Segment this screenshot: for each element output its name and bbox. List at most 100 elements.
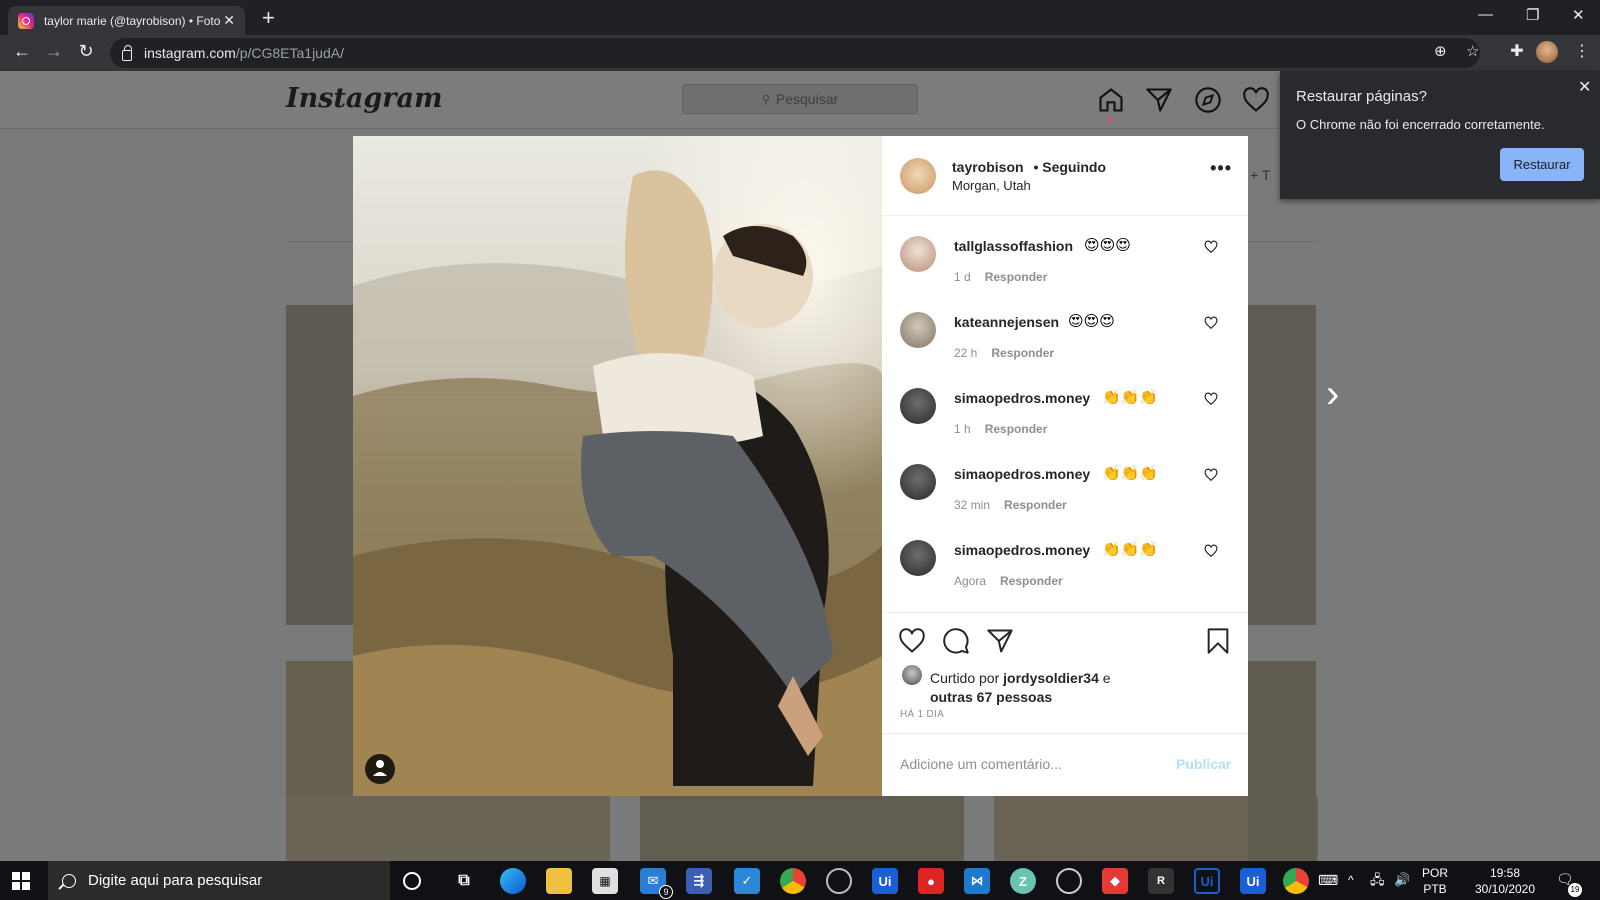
- author-avatar[interactable]: [900, 158, 936, 194]
- like-heart-icon[interactable]: [898, 627, 926, 655]
- grid-thumbnail[interactable]: [286, 796, 610, 861]
- comment-bubble-icon[interactable]: [942, 627, 970, 655]
- post-timestamp[interactable]: HÁ 1 DIA: [900, 709, 944, 720]
- url-host: instagram.com: [144, 45, 236, 61]
- volume-icon[interactable]: 🔊: [1394, 872, 1410, 888]
- comment-like-heart-icon[interactable]: [1204, 316, 1218, 330]
- comment-item: simaopedros.money 👏👏👏 32 min Responder: [882, 464, 1248, 540]
- commenter-avatar[interactable]: [900, 236, 936, 272]
- comment-username[interactable]: kateannejensen: [954, 314, 1059, 330]
- language-indicator[interactable]: POR PTB: [1422, 865, 1448, 897]
- reload-icon[interactable]: ↻: [74, 41, 98, 62]
- reply-link[interactable]: Responder: [1004, 498, 1067, 512]
- task-view-icon[interactable]: ⧉: [451, 868, 477, 894]
- activity-heart-icon[interactable]: [1242, 86, 1270, 114]
- r-app-icon[interactable]: R: [1148, 868, 1174, 894]
- publish-button[interactable]: Publicar: [1176, 756, 1231, 772]
- new-tab-icon[interactable]: +: [262, 5, 275, 31]
- browser-tab[interactable]: taylor marie (@tayrobison) • Foto ✕: [8, 6, 245, 35]
- reply-link[interactable]: Responder: [991, 346, 1054, 360]
- restore-window-icon[interactable]: ❐: [1526, 6, 1539, 24]
- grid-thumbnail[interactable]: [640, 796, 964, 861]
- chrome-canary-icon[interactable]: [780, 868, 806, 894]
- minimize-icon[interactable]: —: [1478, 6, 1493, 23]
- liked-others[interactable]: outras 67 pessoas: [930, 689, 1052, 705]
- forward-icon[interactable]: →: [42, 41, 66, 62]
- grid-thumbnail[interactable]: [1248, 661, 1316, 861]
- obs-icon[interactable]: [826, 868, 852, 894]
- comment-like-heart-icon[interactable]: [1204, 544, 1218, 558]
- restore-button[interactable]: Restaurar: [1500, 148, 1584, 181]
- close-window-icon[interactable]: ✕: [1572, 6, 1585, 24]
- post-photo[interactable]: [353, 136, 882, 796]
- clock[interactable]: 19:58 30/10/2020: [1470, 865, 1540, 897]
- explore-icon[interactable]: [1194, 86, 1222, 114]
- comment-username[interactable]: simaopedros.money: [954, 390, 1090, 406]
- search-icon: [62, 873, 76, 888]
- instagram-search-input[interactable]: ⚲ Pesquisar: [682, 84, 918, 114]
- chrome-icon[interactable]: [1283, 868, 1309, 894]
- store-icon[interactable]: ▦: [592, 868, 618, 894]
- instagram-logo[interactable]: Instagram: [286, 83, 443, 114]
- comment-text: 👏👏👏: [1102, 389, 1159, 406]
- comment-time: 22 h: [954, 346, 978, 360]
- file-explorer-icon[interactable]: [546, 868, 572, 894]
- network-icon[interactable]: 🖧: [1370, 872, 1385, 888]
- anydesk-icon[interactable]: ◆: [1102, 868, 1128, 894]
- commenter-avatar[interactable]: [900, 464, 936, 500]
- recorder-icon[interactable]: ●: [918, 868, 944, 894]
- post-header: tayrobison • Seguindo Morgan, Utah •••: [882, 136, 1248, 216]
- commenter-avatar[interactable]: [900, 540, 936, 576]
- grid-thumbnail[interactable]: [1248, 305, 1316, 625]
- cortana-icon[interactable]: [403, 872, 421, 890]
- direct-message-icon[interactable]: [1145, 86, 1173, 114]
- tray-chevron-icon[interactable]: ^: [1348, 872, 1354, 888]
- z-app-icon[interactable]: Z: [1010, 868, 1036, 894]
- profile-avatar[interactable]: [1536, 41, 1558, 63]
- save-bookmark-icon[interactable]: [1204, 627, 1232, 655]
- commenter-avatar[interactable]: [900, 312, 936, 348]
- app-icon[interactable]: ⇶: [686, 868, 712, 894]
- reply-link[interactable]: Responder: [1000, 574, 1063, 588]
- windows-start-icon[interactable]: [12, 872, 30, 890]
- taskbar-search-box[interactable]: Digite aqui para pesquisar: [48, 861, 390, 900]
- post-location[interactable]: Morgan, Utah: [952, 178, 1031, 193]
- comment-username[interactable]: simaopedros.money: [954, 542, 1090, 558]
- comment-like-heart-icon[interactable]: [1204, 240, 1218, 254]
- extensions-icon[interactable]: ✚: [1505, 41, 1529, 61]
- zoom-icon[interactable]: ⊕: [1434, 42, 1447, 60]
- comment-input[interactable]: Adicione um comentário...: [900, 756, 1062, 772]
- uipath-robot-icon[interactable]: Ui: [1240, 868, 1266, 894]
- bookmark-star-icon[interactable]: ☆: [1466, 42, 1479, 60]
- address-bar[interactable]: instagram.com/p/CG8ETa1judA/ ⊕ ☆: [110, 38, 1480, 68]
- restore-title: Restaurar páginas?: [1296, 88, 1427, 105]
- more-options-icon[interactable]: •••: [1210, 158, 1232, 179]
- keyboard-icon[interactable]: ⌨: [1318, 872, 1338, 888]
- comment-username[interactable]: tallglassoffashion: [954, 238, 1073, 254]
- next-post-chevron-icon[interactable]: ›: [1326, 372, 1339, 417]
- reply-link[interactable]: Responder: [985, 270, 1048, 284]
- home-icon[interactable]: [1097, 86, 1125, 114]
- todo-icon[interactable]: ✓: [734, 868, 760, 894]
- liker-avatar[interactable]: [902, 665, 922, 685]
- menu-kebab-icon[interactable]: ⋮: [1570, 41, 1594, 61]
- reply-link[interactable]: Responder: [985, 422, 1048, 436]
- vscode-icon[interactable]: ⋈: [964, 868, 990, 894]
- grid-thumbnail[interactable]: [286, 305, 354, 625]
- liked-user[interactable]: jordysoldier34: [1003, 670, 1099, 686]
- share-icon[interactable]: [986, 627, 1014, 655]
- comment-like-heart-icon[interactable]: [1204, 468, 1218, 482]
- comment-username[interactable]: simaopedros.money: [954, 466, 1090, 482]
- comment-time: Agora: [954, 574, 987, 588]
- comment-like-heart-icon[interactable]: [1204, 392, 1218, 406]
- back-icon[interactable]: ←: [10, 41, 34, 62]
- popup-close-icon[interactable]: ✕: [1578, 77, 1591, 97]
- author-username[interactable]: tayrobison: [952, 159, 1024, 175]
- commenter-avatar[interactable]: [900, 388, 936, 424]
- uipath-icon[interactable]: Ui: [872, 868, 898, 894]
- comment-time: 32 min: [954, 498, 991, 512]
- tab-close-icon[interactable]: ✕: [223, 12, 235, 29]
- edge-icon[interactable]: [500, 868, 526, 894]
- uipath-studio-icon[interactable]: Ui: [1194, 868, 1220, 894]
- settings-icon[interactable]: [1056, 868, 1082, 894]
